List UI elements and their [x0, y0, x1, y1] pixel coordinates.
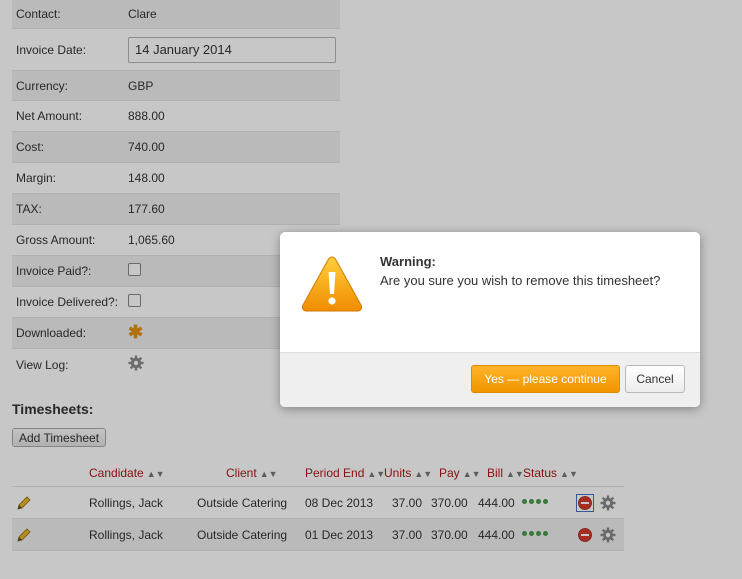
dialog-message: Are you sure you wish to remove this tim…: [380, 273, 661, 288]
dialog-footer: Yes — please continue Cancel: [280, 352, 700, 407]
dialog-title: Warning:: [380, 254, 436, 269]
warning-icon: [301, 256, 363, 312]
warning-dialog: Warning: Are you sure you wish to remove…: [280, 232, 700, 407]
dialog-body: Warning: Are you sure you wish to remove…: [280, 232, 700, 352]
confirm-button[interactable]: Yes — please continue: [471, 365, 620, 393]
cancel-button[interactable]: Cancel: [625, 365, 685, 393]
